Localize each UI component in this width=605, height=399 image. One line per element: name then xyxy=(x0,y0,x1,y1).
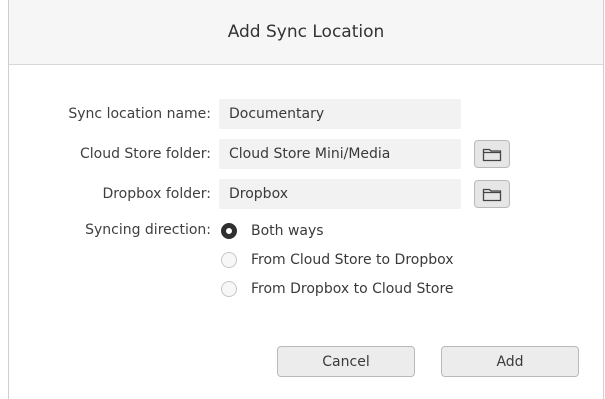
dialog-title: Add Sync Location xyxy=(227,22,385,42)
radio-dropbox-to-cloud[interactable]: From Dropbox to Cloud Store xyxy=(221,278,454,300)
radio-label: From Dropbox to Cloud Store xyxy=(251,281,454,297)
dropbox-folder-browse-button[interactable] xyxy=(474,180,510,208)
cancel-button[interactable]: Cancel xyxy=(277,346,415,377)
radio-button-selected[interactable] xyxy=(221,223,237,239)
add-button[interactable]: Add xyxy=(441,346,579,377)
folder-icon xyxy=(482,188,502,202)
sync-location-name-label: Sync location name: xyxy=(68,106,211,122)
radio-button[interactable] xyxy=(221,281,237,297)
radio-label: From Cloud Store to Dropbox xyxy=(251,252,454,268)
cloud-store-folder-label: Cloud Store folder: xyxy=(79,146,211,162)
dialog-titlebar: Add Sync Location xyxy=(9,0,603,65)
add-sync-location-dialog: Add Sync Location Sync location name: Do… xyxy=(8,0,604,399)
dropbox-folder-label: Dropbox folder: xyxy=(102,186,211,202)
sync-location-name-input[interactable]: Documentary xyxy=(219,99,461,129)
radio-cloud-to-dropbox[interactable]: From Cloud Store to Dropbox xyxy=(221,249,454,271)
radio-both-ways[interactable]: Both ways xyxy=(221,220,324,242)
radio-label: Both ways xyxy=(251,223,324,239)
cloud-store-folder-browse-button[interactable] xyxy=(474,140,510,168)
cloud-store-folder-input[interactable]: Cloud Store Mini/Media xyxy=(219,139,461,169)
radio-button[interactable] xyxy=(221,252,237,268)
folder-icon xyxy=(482,148,502,162)
dropbox-folder-input[interactable]: Dropbox xyxy=(219,179,461,209)
syncing-direction-label: Syncing direction: xyxy=(85,222,211,238)
